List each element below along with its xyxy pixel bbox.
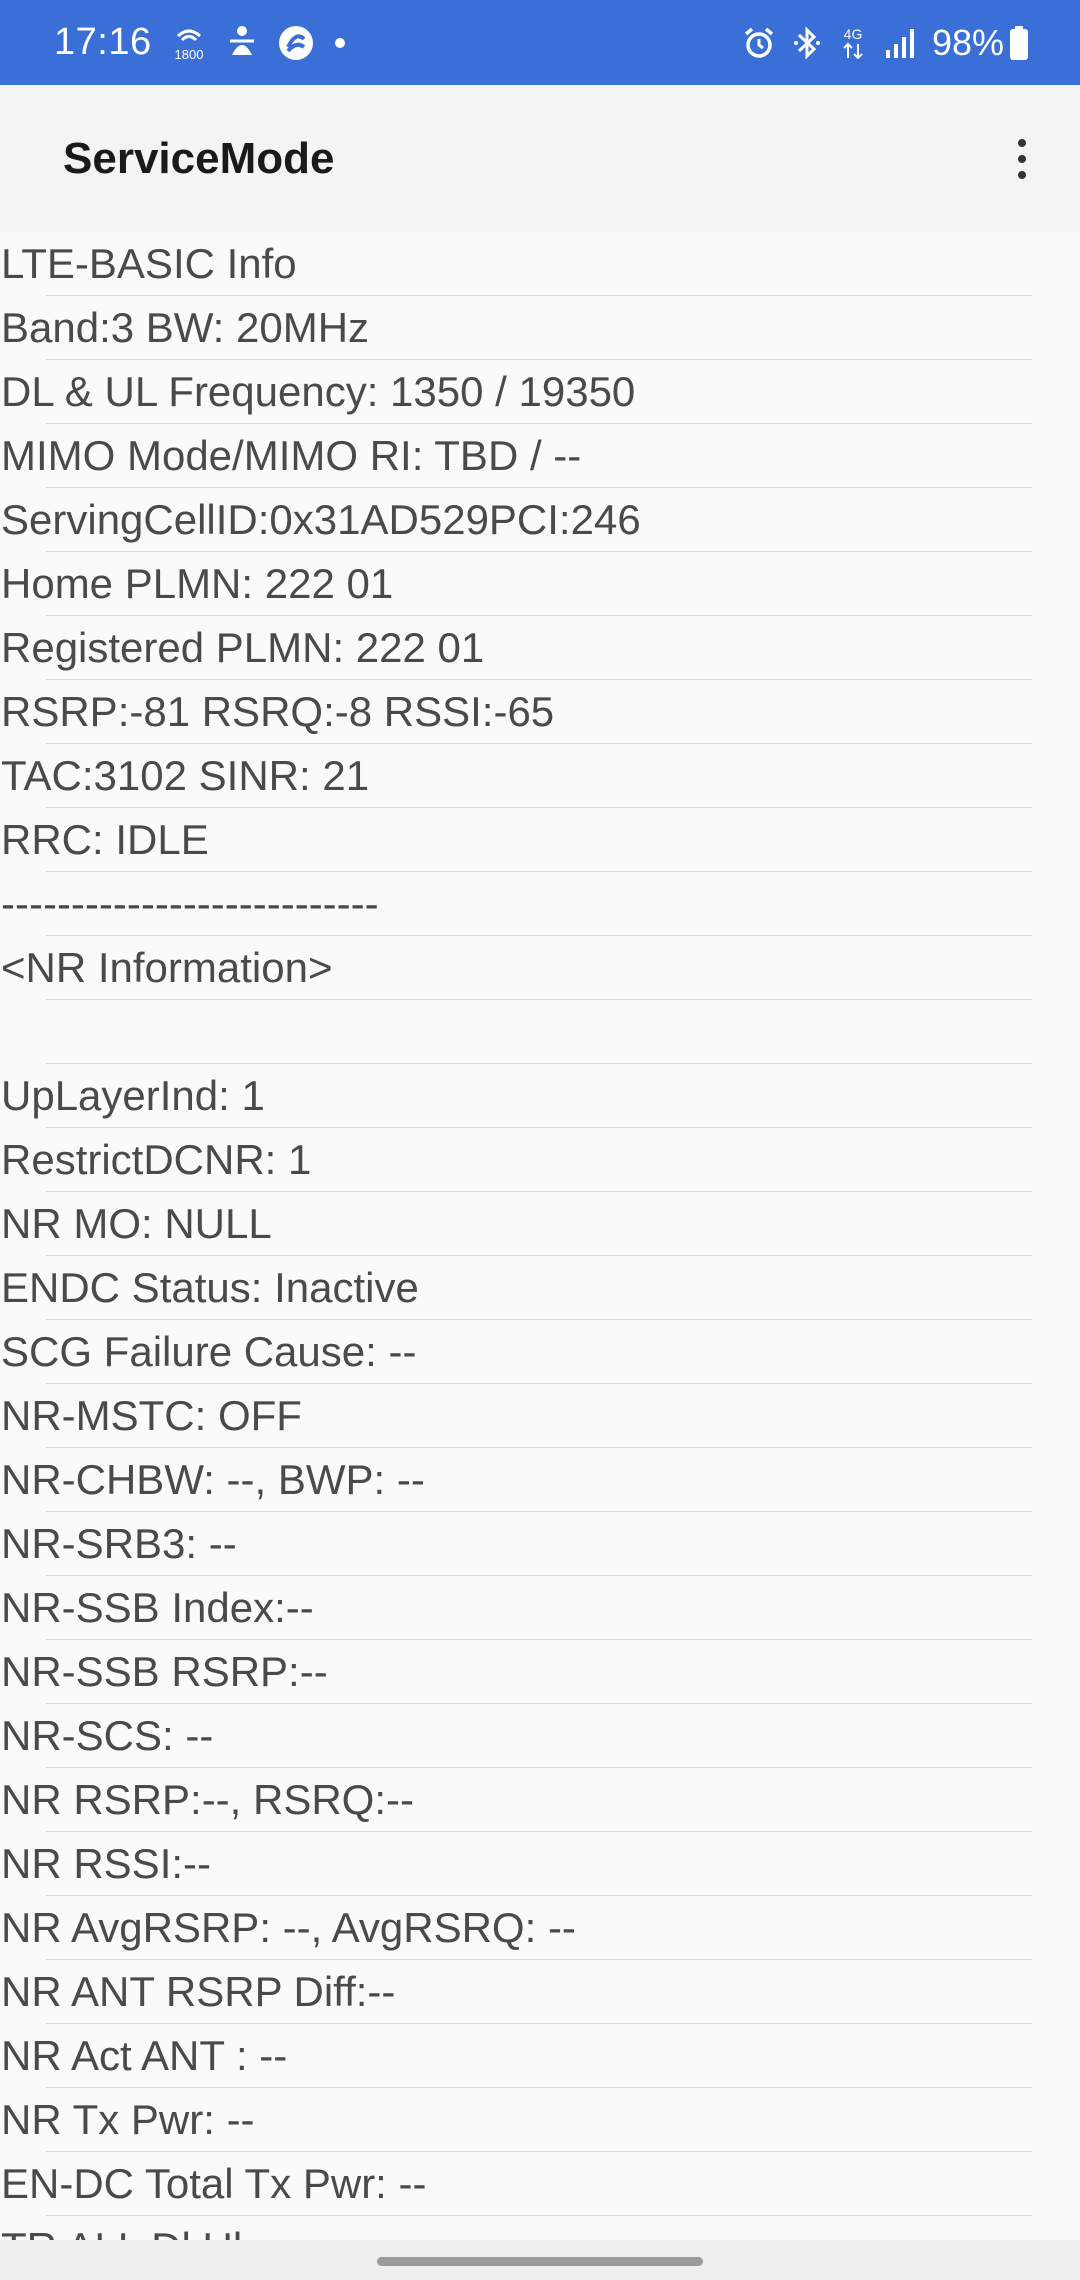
info-line: LTE-BASIC Info (0, 232, 1080, 296)
wifi-calling-icon: 1800 (170, 24, 208, 62)
info-line: NR-SRB3: -- (0, 1512, 1080, 1576)
info-line: NR-SCS: -- (0, 1704, 1080, 1768)
signal-icon (884, 26, 918, 60)
info-line: NR ANT RSRP Diff:-- (0, 1960, 1080, 2024)
info-line (0, 1000, 1080, 1064)
info-line: EN-DC Total Tx Pwr: -- (0, 2152, 1080, 2216)
info-line: NR RSSI:-- (0, 1832, 1080, 1896)
info-line: NR-CHBW: --, BWP: -- (0, 1448, 1080, 1512)
info-line: RSRP:-81 RSRQ:-8 RSSI:-65 (0, 680, 1080, 744)
service-info-list[interactable]: LTE-BASIC Info Band:3 BW: 20MHz DL & UL Fr… (0, 232, 1080, 2240)
status-bar: 17:16 1800 4G 98% (0, 0, 1080, 85)
page-title: ServiceMode (63, 133, 335, 183)
info-line: DL & UL Frequency: 1350 / 19350 (0, 360, 1080, 424)
info-line: MIMO Mode/MIMO RI: TBD / -- (0, 424, 1080, 488)
status-bar-right: 4G 98% (726, 0, 1030, 85)
info-line: NR RSRP:--, RSRQ:-- (0, 1768, 1080, 1832)
info-line: Registered PLMN: 222 01 (0, 616, 1080, 680)
alarm-icon (742, 26, 776, 60)
info-line: NR Tx Pwr: -- (0, 2088, 1080, 2152)
navigation-bar (0, 2240, 1080, 2280)
notification-dot-icon (334, 37, 346, 49)
info-line: ENDC Status: Inactive (0, 1256, 1080, 1320)
status-bar-left: 17:16 1800 (54, 0, 346, 85)
more-vert-icon[interactable] (994, 121, 1050, 197)
info-line: UpLayerInd: 1 (0, 1064, 1080, 1128)
battery-icon (1008, 25, 1030, 61)
info-line: TAC:3102 SINR: 21 (0, 744, 1080, 808)
status-time: 17:16 (54, 21, 152, 63)
info-line: ServingCellID:0x31AD529PCI:246 (0, 488, 1080, 552)
info-line: RRC: IDLE (0, 808, 1080, 872)
network-type-label: 4G (844, 26, 863, 42)
info-line: Home PLMN: 222 01 (0, 552, 1080, 616)
battery-percent: 98% (931, 21, 1004, 63)
info-line: NR MO: NULL (0, 1192, 1080, 1256)
info-line: NR AvgRSRP: --, AvgRSRQ: -- (0, 1896, 1080, 1960)
info-line: <NR Information> (0, 936, 1080, 1000)
info-line: NR-SSB Index:-- (0, 1576, 1080, 1640)
4g-data-icon: 4G (838, 24, 868, 62)
info-line: RestrictDCNR: 1 (0, 1128, 1080, 1192)
info-line: TR ALL Dl Ul (0, 2216, 1080, 2240)
info-line: NR-SSB RSRP:-- (0, 1640, 1080, 1704)
info-line: --------------------------- (0, 872, 1080, 936)
info-line: Band:3 BW: 20MHz (0, 296, 1080, 360)
svg-text:1800: 1800 (174, 47, 203, 62)
app-bar: ServiceMode (0, 85, 1080, 232)
home-gesture-handle[interactable] (377, 2257, 703, 2266)
info-line: SCG Failure Cause: -- (0, 1320, 1080, 1384)
info-line: NR Act ANT : -- (0, 2024, 1080, 2088)
bluetooth-icon (792, 25, 822, 61)
data-saver-icon (276, 23, 316, 63)
info-line: NR-MSTC: OFF (0, 1384, 1080, 1448)
accessibility-icon (226, 25, 258, 61)
